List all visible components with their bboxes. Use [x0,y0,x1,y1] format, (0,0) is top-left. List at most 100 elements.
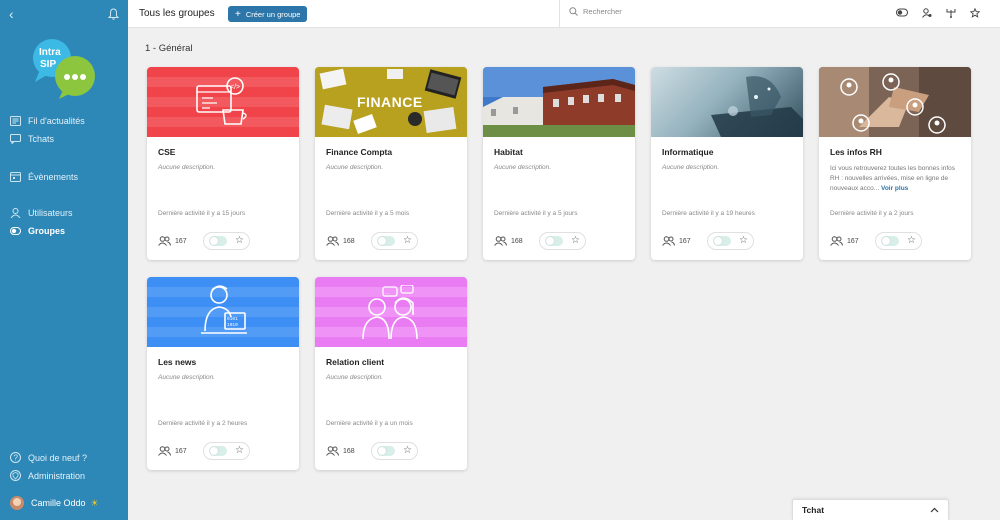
question-icon: ? [10,452,21,463]
group-card-les-news[interactable]: 0101 1010 Les news Aucune description. D… [147,277,299,470]
favorite-star-icon[interactable]: ☆ [571,236,580,246]
banner-text: FINANCE [357,94,423,110]
group-footer: 167 ☆ [158,232,288,250]
favorite-star-icon[interactable]: ☆ [403,446,412,456]
favorite-star-icon[interactable]: ☆ [235,236,244,246]
sidebar-item-label: Tchats [28,134,55,144]
notification-toggle[interactable] [377,446,395,456]
favorite-star-icon[interactable]: ☆ [403,236,412,246]
search-input[interactable]: Rechercher [569,7,622,16]
members-icon [158,236,171,246]
favorite-star-icon[interactable]: ☆ [739,236,748,246]
group-activity: Dernière activité il y a 2 heures [158,420,248,427]
group-title: Finance Compta [326,147,393,157]
search-icon [569,7,578,16]
logo-line1: Intra [39,47,61,58]
group-description: Aucune description. [326,164,384,171]
notification-toggle[interactable] [881,236,899,246]
create-group-label: Créer un groupe [245,9,301,19]
users-icon [10,208,21,218]
group-actions: ☆ [875,232,922,250]
svg-text:...: ... [385,290,389,296]
page-title: Tous les groupes [139,8,215,19]
notification-toggle[interactable] [545,236,563,246]
group-description: Aucune description. [494,164,552,171]
member-count: 168 [343,237,355,245]
group-title: Informatique [662,147,714,157]
houses-image [483,67,635,137]
group-card-habitat[interactable]: Habitat Aucune description. Dernière act… [483,67,635,260]
notification-toggle[interactable] [377,236,395,246]
collapse-sidebar-icon[interactable]: ‹ [9,6,14,22]
members-icon [158,446,171,456]
sidebar-item-tchats[interactable]: Tchats [10,134,54,144]
chat-icon [10,134,21,144]
group-description: Aucune description. [662,164,720,171]
sidebar-item-administration[interactable]: Administration [10,470,85,481]
les-news-banner-image: 0101 1010 [147,277,299,347]
laptop-image [711,76,803,137]
group-activity: Dernière activité il y a 5 jours [494,210,578,217]
tchat-label: Tchat [802,505,825,515]
notification-toggle[interactable] [209,236,227,246]
group-title: Relation client [326,357,385,367]
sidebar-item-users[interactable]: Utilisateurs [10,208,73,218]
notification-toggle[interactable] [209,446,227,456]
group-card-relation-client[interactable]: ... Relation client Aucune description. … [315,277,467,470]
top-bar: Tous les groupes + Créer un groupe Reche… [128,0,1000,28]
favorite-star-icon[interactable]: ☆ [235,446,244,456]
sidebar-item-label: Quoi de neuf ? [28,452,88,463]
members-icon [662,236,675,246]
member-count: 167 [847,237,859,245]
member-count: 168 [343,447,355,455]
calendar-icon [10,172,21,182]
group-activity: Dernière activité il y a 15 jours [158,210,246,217]
sidebar-item-label: Fil d'actualités [28,116,85,126]
sidebar-item-events[interactable]: Évènements [10,171,78,182]
members-icon [326,446,339,456]
see-more-link[interactable]: Voir plus [881,185,908,192]
sidebar-item-groups[interactable]: Groupes [10,226,65,236]
current-user[interactable]: Camille Oddo ☀ [10,496,99,510]
chevron-up-icon[interactable] [930,507,939,513]
create-group-button[interactable]: + Créer un groupe [228,6,308,22]
infos-rh-banner-image [819,67,971,137]
cse-banner-image: </> [147,67,299,137]
person-laptop-illustration-icon: 0101 1010 [201,285,247,334]
relation-client-banner-image: ... [315,277,467,347]
notification-toggle[interactable] [713,236,731,246]
two-people-talking-icon: ... [362,285,418,340]
group-actions: ☆ [707,232,754,250]
member-count: 167 [679,237,691,245]
hierarchy-icon[interactable] [946,8,956,18]
sidebar-item-news[interactable]: Fil d'actualités [10,116,85,126]
group-actions: ☆ [203,442,250,460]
tchat-widget[interactable]: Tchat [792,499,949,520]
user-settings-icon[interactable] [922,8,932,18]
svg-text:</>: </> [230,84,240,91]
news-icon [10,116,21,126]
toggle-filter-icon[interactable] [896,8,908,17]
members-icon [326,236,339,246]
group-description: Aucune description. [326,374,384,381]
groups-icon [10,227,21,235]
logo-line2: SIP [40,59,56,70]
group-title: CSE [158,147,176,157]
favorites-star-icon[interactable] [970,8,980,18]
favorite-star-icon[interactable]: ☆ [907,236,916,246]
habitat-banner-image [483,67,635,137]
group-description: Ici vous retrouverez toutes les bonnes i… [830,164,962,194]
sidebar: ‹ Intra SIP Fil d'actualités Tchats Évèn… [0,0,128,520]
sidebar-item-whats-new[interactable]: ? Quoi de neuf ? [10,452,87,463]
computer-illustration-icon: </> [196,77,247,125]
svg-text:1010: 1010 [227,322,238,328]
group-card-informatique[interactable]: Informatique Aucune description. Dernièr… [651,67,803,260]
plus-icon: + [235,8,241,20]
members-icon [830,236,843,246]
group-card-cse[interactable]: </> CSE Aucune description. Dernière act… [147,67,299,260]
group-card-infos-rh[interactable]: Les infos RH Ici vous retrouverez toutes… [819,67,971,260]
header-actions [896,8,980,18]
bell-icon[interactable] [107,7,120,25]
sun-icon: ☀ [90,497,99,508]
group-card-finance-compta[interactable]: FINANCE Finance Compta Aucune descriptio… [315,67,467,260]
